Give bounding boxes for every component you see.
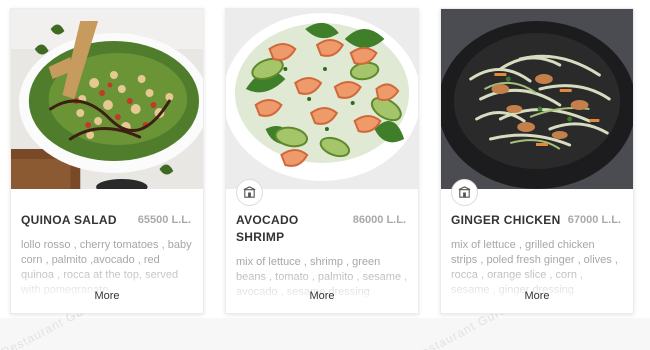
menu-card-ginger-chicken[interactable]: GINGER CHICKEN 67000 L.L. mix of lettuce…: [440, 8, 634, 314]
more-link[interactable]: More: [226, 290, 418, 302]
menu-card-quinoa-salad[interactable]: QUINOA SALAD 65500 L.L. lollo rosso , ch…: [10, 8, 204, 314]
menu-card-avocado-shrimp[interactable]: AVOCADO SHRIMP 86000 L.L. mix of lettuce…: [225, 8, 419, 314]
ginger-chicken-photo[interactable]: [441, 9, 633, 189]
quinoa-salad-photo[interactable]: [11, 9, 203, 189]
item-name[interactable]: GINGER CHICKEN: [451, 212, 561, 229]
card-header: QUINOA SALAD 65500 L.L.: [21, 212, 193, 229]
card-header: GINGER CHICKEN 67000 L.L.: [451, 212, 623, 229]
item-name[interactable]: AVOCADO SHRIMP: [236, 212, 348, 246]
item-price: 86000 L.L.: [352, 214, 406, 226]
store-icon: [236, 179, 263, 206]
item-price: 67000 L.L.: [567, 214, 621, 226]
card-header: AVOCADO SHRIMP 86000 L.L.: [236, 212, 408, 246]
avocado-shrimp-photo[interactable]: [226, 9, 418, 189]
more-link[interactable]: More: [441, 290, 633, 302]
more-link[interactable]: More: [11, 290, 203, 302]
item-price: 65500 L.L.: [137, 214, 191, 226]
store-icon: [451, 179, 478, 206]
watermark-band: [0, 318, 650, 350]
item-name[interactable]: QUINOA SALAD: [21, 212, 133, 229]
